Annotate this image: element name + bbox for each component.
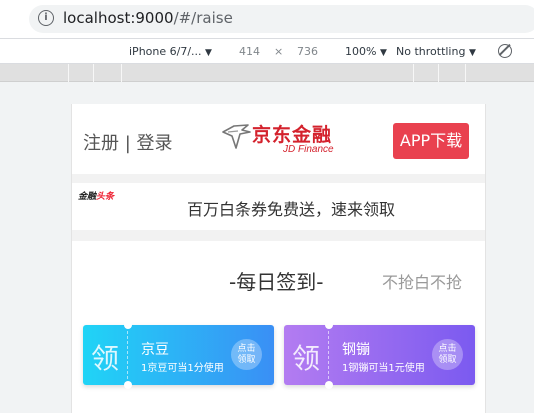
claim-button[interactable]: 点击 领取 <box>432 339 463 370</box>
signin-subtitle: 不抢白不抢 <box>382 273 463 292</box>
coupon-name: 京豆 <box>141 342 169 358</box>
address-bar: i localhost:9000/#/raise <box>0 0 534 38</box>
times-sign: × <box>274 45 284 58</box>
throttle-label: No throttling <box>396 45 466 58</box>
coupon-divider <box>328 331 329 379</box>
coupon-desc: 1京豆可当1分使用 <box>141 363 224 374</box>
chevron-down-icon: ▼ <box>379 48 387 58</box>
register-login-link[interactable]: 注册 | 登录 <box>83 129 173 155</box>
zoom-label: 100% <box>345 45 377 58</box>
claim-label-1: 点击 <box>438 344 457 354</box>
app-download-button[interactable]: APP下载 <box>393 123 469 159</box>
news-headline[interactable]: 百万白条券免费送，速来领取 <box>187 196 395 220</box>
url-text[interactable]: localhost:9000/#/raise <box>63 9 233 27</box>
claim-button[interactable]: 点击 领取 <box>231 339 262 370</box>
claim-label-2: 领取 <box>237 355 256 365</box>
chevron-down-icon: ▼ <box>468 48 476 58</box>
media-query-ruler[interactable] <box>0 64 534 82</box>
coupon-name: 钢镚 <box>342 342 370 358</box>
coupon-big-char: 领 <box>292 342 321 375</box>
claim-label-1: 点击 <box>237 344 256 354</box>
coupon-jingdou[interactable]: 领 京豆 1京豆可当1分使用 点击 领取 <box>83 321 274 389</box>
device-label: iPhone 6/7/... <box>129 45 202 58</box>
url-host: localhost:9000 <box>63 9 174 27</box>
coupon-divider <box>127 331 128 379</box>
coupon-desc: 1钢镚可当1元使用 <box>342 363 425 374</box>
url-path: /#/raise <box>173 9 233 27</box>
news-banner[interactable]: 金融头条 百万白条券免费送，速来领取 <box>72 183 485 230</box>
info-icon[interactable]: i <box>38 10 54 26</box>
coupon-gangbeng[interactable]: 领 钢镚 1钢镚可当1元使用 点击 领取 <box>284 321 475 389</box>
height-input[interactable]: 736 <box>297 45 318 58</box>
page-header: 注册 | 登录 京东金融 JD Finance APP下载 <box>72 104 485 174</box>
logo-en-text: JD Finance <box>283 144 334 155</box>
section-divider <box>72 174 485 183</box>
claim-label-2: 领取 <box>438 355 457 365</box>
logo-dog-icon <box>222 124 251 149</box>
news-logo-a: 金融 <box>78 192 97 202</box>
width-input[interactable]: 414 <box>239 45 260 58</box>
coupon-big-char: 领 <box>91 342 120 375</box>
jd-finance-logo: 京东金融 JD Finance <box>220 118 340 158</box>
device-toolbar: iPhone 6/7/... ▼ 414 × 736 100% ▼ No thr… <box>0 38 534 64</box>
section-divider <box>72 230 485 241</box>
rotate-icon[interactable] <box>498 44 512 58</box>
news-logo-b: 头条 <box>96 192 115 202</box>
zoom-select[interactable]: 100% ▼ <box>345 45 387 58</box>
device-select[interactable]: iPhone 6/7/... ▼ <box>129 45 212 58</box>
page-viewport: 注册 | 登录 京东金融 JD Finance APP下载 金融头条 百万白条券… <box>71 104 486 413</box>
signin-title: -每日签到- <box>229 270 324 294</box>
chevron-down-icon: ▼ <box>205 48 212 58</box>
throttle-select[interactable]: No throttling ▼ <box>396 45 476 58</box>
logo-cn-text: 京东金融 <box>252 124 333 146</box>
news-logo: 金融头条 <box>78 189 114 202</box>
